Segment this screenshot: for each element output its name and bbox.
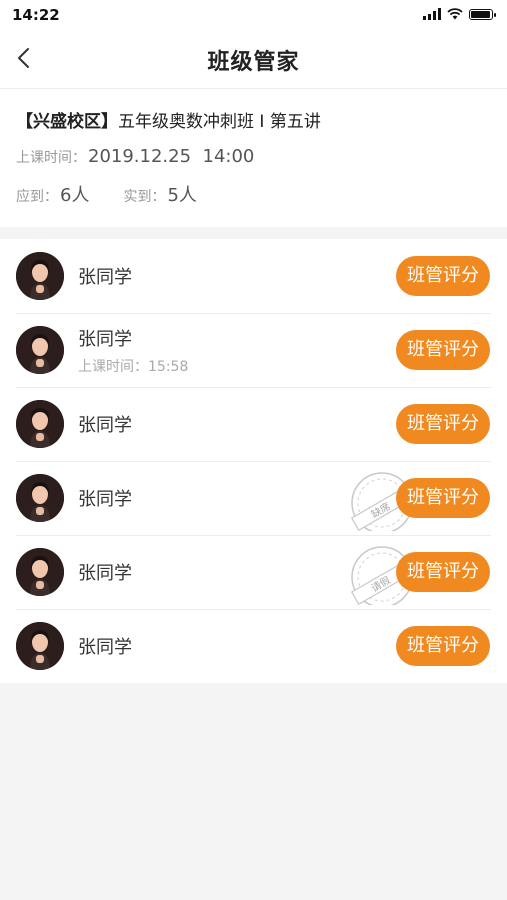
student-list: 张同学 班管评分 张同学 上课时间：15:58 班管评分 张同学 班管评分 张同学 缺席 班管评分… [0,239,507,683]
rate-button[interactable]: 班管评分 [396,404,490,444]
class-title: 【兴盛校区】五年级奥数冲刺班 I 第五讲 [16,107,491,132]
page-title: 班级管家 [207,50,300,75]
student-name: 张同学 [78,637,132,658]
rate-button[interactable]: 班管评分 [396,626,490,666]
student-row: 张同学 班管评分 [0,387,507,461]
rate-button[interactable]: 班管评分 [396,552,490,592]
rate-button[interactable]: 班管评分 [396,330,490,370]
start-time-label: 上课时间： [16,150,86,166]
class-time-line: 上课时间： 2019.12.25 14:00 [16,146,491,167]
signal-icon [423,8,441,20]
student-row: 张同学 班管评分 [0,609,507,683]
status-bar: 14:22 [0,0,507,30]
expected-value: 6人 [60,185,90,206]
student-text: 张同学上课时间：15:58 [78,325,188,376]
rate-button[interactable]: 班管评分 [396,256,490,296]
battery-icon [469,8,496,20]
student-row: 张同学 缺席 班管评分 [0,461,507,535]
actual-label: 实到： [123,189,166,205]
student-text: 张同学 [78,633,132,659]
student-class-time: 上课时间：15:58 [78,358,189,375]
course-name: 五年级奥数冲刺班 I 第五讲 [118,112,321,132]
attendance-line: 应到： 6人 实到： 5人 [16,181,491,207]
class-info-card: 【兴盛校区】五年级奥数冲刺班 I 第五讲 上课时间： 2019.12.25 14… [0,89,507,227]
start-time-value: 2019.12.25 14:00 [88,146,255,167]
student-row: 张同学 请假 班管评分 [0,535,507,609]
nav-bar: 班级管家 [0,30,507,89]
student-row: 张同学上课时间：15:58 班管评分 [0,313,507,387]
avatar [16,400,64,448]
avatar [16,622,64,670]
rate-button[interactable]: 班管评分 [396,478,490,518]
actual-value: 5人 [167,185,197,206]
student-text: 张同学 [78,411,132,437]
student-name: 张同学 [78,328,132,350]
status-time: 14:22 [12,6,60,24]
campus-name: 【兴盛校区】 [16,112,118,132]
student-name: 张同学 [78,489,132,510]
avatar [16,548,64,596]
student-name: 张同学 [78,415,132,436]
avatar [16,252,64,300]
student-row: 张同学 班管评分 [0,239,507,313]
avatar [16,474,64,522]
student-name: 张同学 [78,267,132,288]
student-text: 张同学 [78,485,132,511]
avatar [16,326,64,374]
wifi-icon [447,8,463,20]
status-icons [423,8,496,20]
student-text: 张同学 [78,559,132,585]
student-text: 张同学 [78,263,132,289]
expected-label: 应到： [16,189,58,205]
student-name: 张同学 [78,563,132,584]
